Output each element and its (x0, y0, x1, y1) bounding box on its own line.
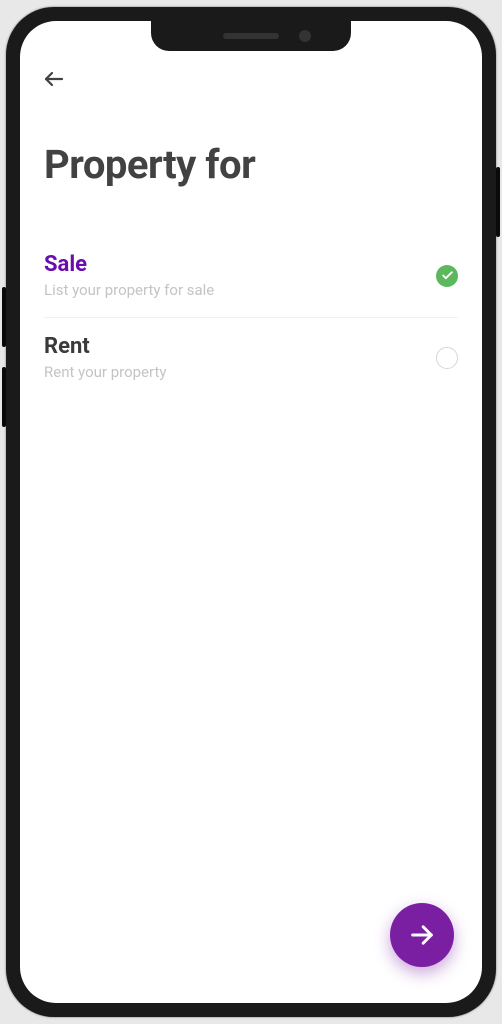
phone-side-button (2, 367, 6, 427)
option-sale[interactable]: Sale List your property for sale (44, 236, 458, 318)
phone-frame: Property for Sale List your property for… (6, 7, 496, 1017)
option-label: Sale (44, 252, 436, 277)
option-description: List your property for sale (44, 281, 436, 299)
option-text: Rent Rent your property (44, 334, 436, 381)
screen: Property for Sale List your property for… (20, 21, 482, 1003)
content-area: Property for Sale List your property for… (20, 21, 482, 1003)
check-icon (441, 269, 454, 282)
back-button[interactable] (40, 65, 68, 93)
option-label: Rent (44, 334, 436, 359)
back-arrow-icon (42, 67, 66, 91)
arrow-right-icon (408, 921, 436, 949)
option-rent[interactable]: Rent Rent your property (44, 318, 458, 399)
phone-side-button (496, 167, 500, 237)
radio-unselected[interactable] (436, 347, 458, 369)
option-text: Sale List your property for sale (44, 252, 436, 299)
radio-selected[interactable] (436, 265, 458, 287)
phone-side-button (2, 287, 6, 347)
next-button[interactable] (390, 903, 454, 967)
page-title: Property for (44, 141, 458, 188)
option-description: Rent your property (44, 363, 436, 381)
